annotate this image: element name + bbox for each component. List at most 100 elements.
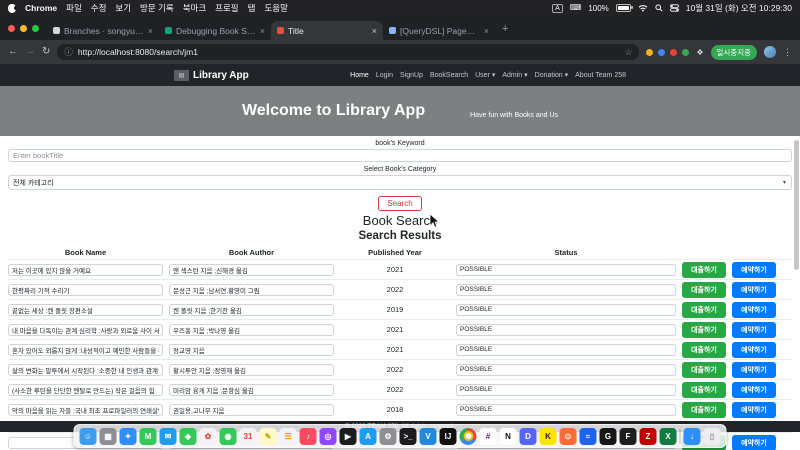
dock-icon-downloads[interactable]: ↓: [684, 428, 701, 445]
reserve-button[interactable]: 예약하기: [732, 362, 776, 378]
status-input[interactable]: [456, 284, 676, 296]
book-name-input[interactable]: [8, 344, 163, 356]
keyboard-icon[interactable]: ⌨: [570, 4, 582, 12]
book-author-input[interactable]: [169, 264, 334, 276]
window-close-button[interactable]: [8, 25, 15, 32]
apple-menu-icon[interactable]: [8, 4, 16, 13]
book-author-input[interactable]: [169, 384, 334, 396]
menubar-item[interactable]: 북마크: [183, 2, 206, 14]
dock-icon-music[interactable]: ♪: [300, 428, 317, 445]
reserve-button[interactable]: 예약하기: [732, 262, 776, 278]
dock-icon-slack[interactable]: #: [480, 428, 497, 445]
borrow-button[interactable]: 대출하기: [682, 282, 726, 298]
menubar-item[interactable]: 수정: [91, 2, 107, 14]
tab-close-icon[interactable]: ×: [484, 26, 489, 36]
dock-icon-app-store[interactable]: A: [360, 428, 377, 445]
input-source-icon[interactable]: A: [552, 4, 563, 13]
dock-icon-system-settings[interactable]: ⚙: [380, 428, 397, 445]
menubar-item[interactable]: 보기: [115, 2, 131, 14]
dock-icon-maps[interactable]: ◈: [180, 428, 197, 445]
window-zoom-button[interactable]: [32, 25, 39, 32]
dock-icon-excel[interactable]: X: [660, 428, 677, 445]
nav-link[interactable]: Admin ▾: [502, 71, 527, 79]
dock-icon-notes[interactable]: ✎: [260, 428, 277, 445]
dock-icon-chrome[interactable]: [460, 428, 477, 445]
dock-icon-notion[interactable]: N: [500, 428, 517, 445]
dock-icon-discord[interactable]: D: [520, 428, 537, 445]
nav-link[interactable]: Home: [350, 72, 369, 79]
status-input[interactable]: [456, 304, 676, 316]
dock-icon-tv[interactable]: ▶: [340, 428, 357, 445]
dock-icon-postman[interactable]: ⊙: [560, 428, 577, 445]
dock-icon-trash[interactable]: ▯: [704, 428, 721, 445]
book-author-input[interactable]: [169, 284, 334, 296]
menubar-item[interactable]: 탭: [248, 2, 256, 14]
browser-tab[interactable]: Debugging Book Search Issue×: [159, 21, 271, 40]
dock-icon-facetime[interactable]: ◉: [220, 428, 237, 445]
nav-link[interactable]: About Team 258: [575, 72, 626, 79]
wifi-icon[interactable]: [638, 4, 648, 12]
dock-icon-intellij[interactable]: IJ: [440, 428, 457, 445]
bookmark-star-icon[interactable]: ☆: [625, 47, 633, 58]
book-author-input[interactable]: [169, 404, 334, 416]
book-name-input[interactable]: [8, 384, 163, 396]
borrow-button[interactable]: 대출하기: [682, 322, 726, 338]
tab-close-icon[interactable]: ×: [260, 26, 265, 36]
dock-icon-reminders[interactable]: ☰: [280, 428, 297, 445]
reserve-button[interactable]: 예약하기: [732, 382, 776, 398]
dock-icon-github[interactable]: G: [600, 428, 617, 445]
status-input[interactable]: [456, 344, 676, 356]
book-name-input[interactable]: [8, 304, 163, 316]
extensions-puzzle-icon[interactable]: ❖: [696, 48, 703, 57]
dock-icon-mail[interactable]: ✉: [160, 428, 177, 445]
nav-link[interactable]: Login: [376, 72, 393, 79]
address-bar[interactable]: ⓘ http://localhost:8080/search/jm1 ☆: [57, 44, 639, 60]
extension-icon[interactable]: [682, 49, 689, 56]
tab-close-icon[interactable]: ×: [148, 26, 153, 36]
reserve-button[interactable]: 예약하기: [732, 342, 776, 358]
nav-link[interactable]: BookSearch: [430, 72, 468, 79]
browser-menu-icon[interactable]: ⋮: [783, 47, 792, 58]
borrow-button[interactable]: 대출하기: [682, 302, 726, 318]
dock-icon-docker[interactable]: ≈: [580, 428, 597, 445]
dock-icon-vscode[interactable]: V: [420, 428, 437, 445]
extension-icon[interactable]: [670, 49, 677, 56]
nav-link[interactable]: Donation ▾: [535, 71, 568, 79]
category-select[interactable]: 전체 카테고리 ▾: [8, 175, 792, 190]
dock-icon-calendar[interactable]: 31: [240, 428, 257, 445]
forward-icon[interactable]: →: [25, 47, 35, 57]
profile-status-pill[interactable]: 일시중지중: [711, 45, 758, 60]
dock-icon-launchpad[interactable]: ▦: [100, 428, 117, 445]
extension-icon[interactable]: [658, 49, 665, 56]
browser-tab[interactable]: Title×: [271, 21, 383, 40]
borrow-button[interactable]: 대출하기: [682, 402, 726, 418]
nav-link[interactable]: SignUp: [400, 72, 423, 79]
reserve-button[interactable]: 예약하기: [732, 322, 776, 338]
reload-icon[interactable]: ↻: [42, 47, 50, 57]
dock-icon-finder[interactable]: ☺: [80, 428, 97, 445]
battery-icon[interactable]: [616, 4, 631, 12]
tab-close-icon[interactable]: ×: [372, 26, 377, 36]
dock-icon-kakaotalk[interactable]: K: [540, 428, 557, 445]
dock-icon-safari[interactable]: ✦: [120, 428, 137, 445]
book-name-input[interactable]: [8, 324, 163, 336]
search-button[interactable]: Search: [378, 196, 421, 211]
borrow-button[interactable]: 대출하기: [682, 262, 726, 278]
status-input[interactable]: [456, 324, 676, 336]
borrow-button[interactable]: 대출하기: [682, 342, 726, 358]
borrow-button[interactable]: 대출하기: [682, 362, 726, 378]
profile-avatar[interactable]: [764, 46, 776, 58]
book-author-input[interactable]: [169, 304, 334, 316]
dock-icon-divider[interactable]: [680, 429, 681, 444]
book-name-input[interactable]: [8, 364, 163, 376]
dock-icon-figma[interactable]: F: [620, 428, 637, 445]
book-name-input[interactable]: [8, 264, 163, 276]
new-tab-button[interactable]: +: [502, 24, 508, 35]
site-info-icon[interactable]: ⓘ: [64, 46, 73, 58]
browser-tab[interactable]: [QueryDSL] Page와 Slice×: [383, 21, 495, 40]
reserve-button[interactable]: 예약하기: [732, 435, 776, 450]
reserve-button[interactable]: 예약하기: [732, 282, 776, 298]
window-minimize-button[interactable]: [20, 25, 27, 32]
site-brand[interactable]: Library App: [193, 70, 249, 81]
control-center-icon[interactable]: [670, 4, 679, 12]
